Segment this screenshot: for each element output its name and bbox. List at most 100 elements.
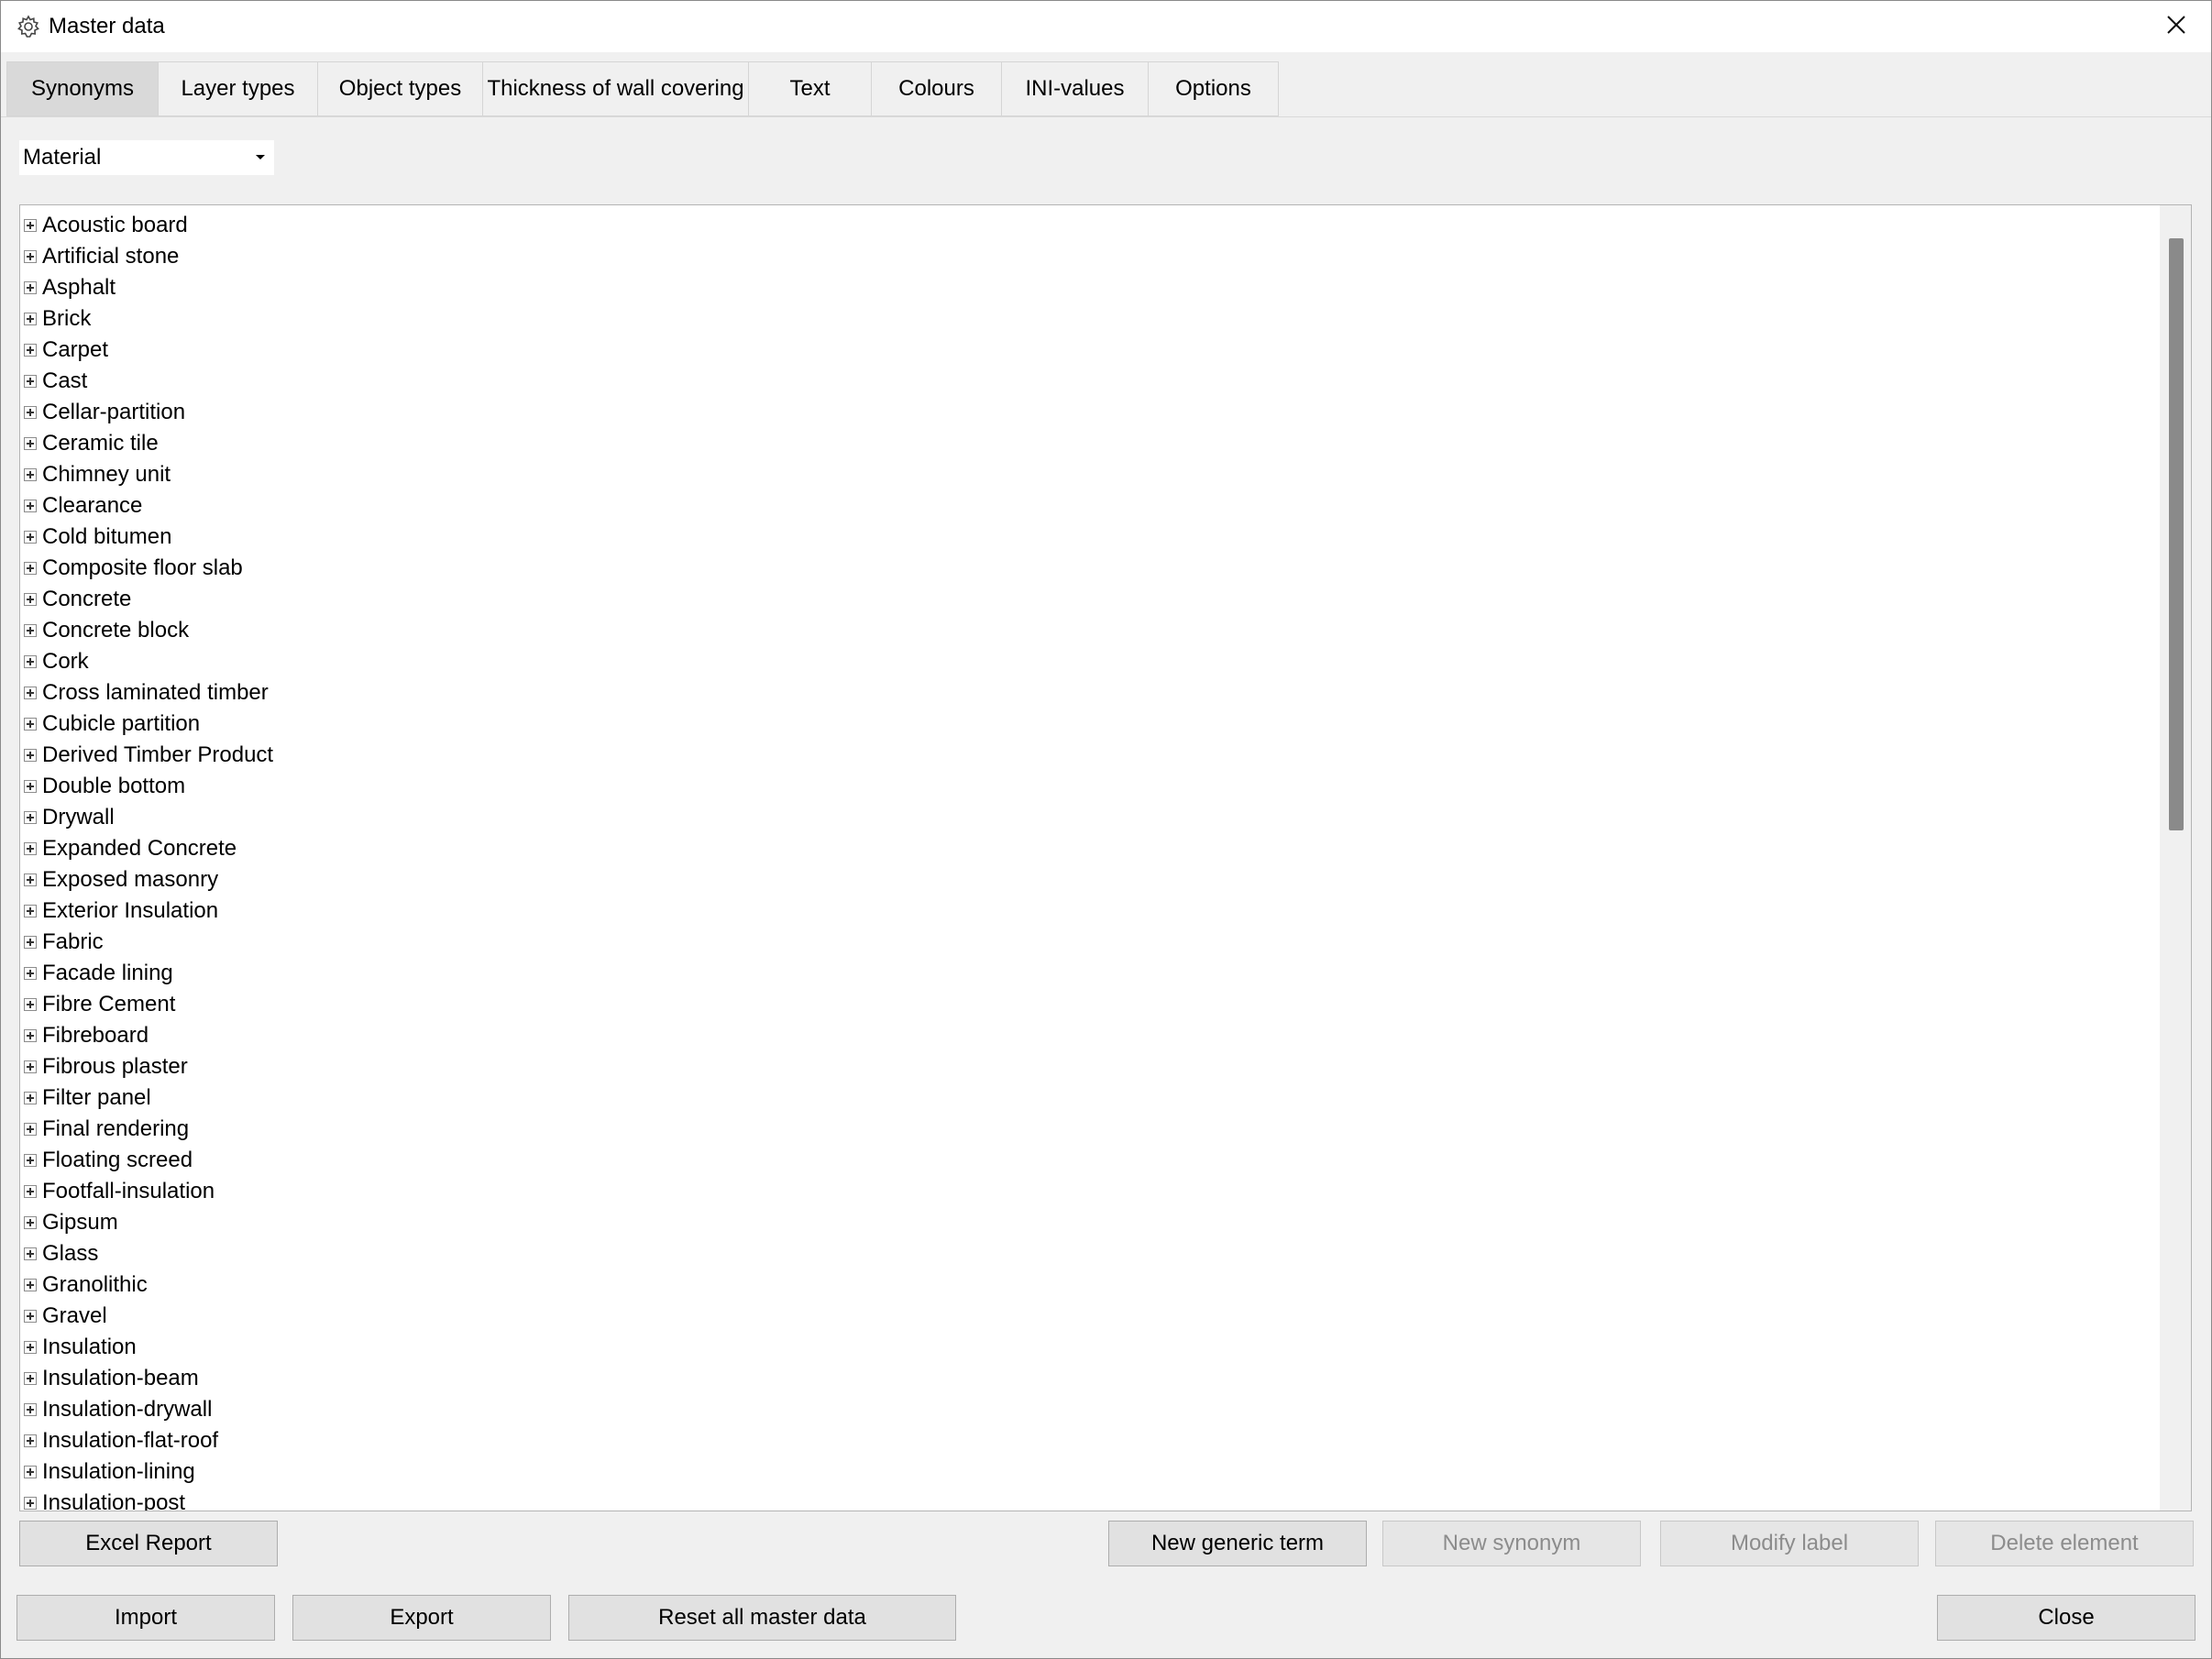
tree-item[interactable]: Exterior Insulation: [20, 895, 2162, 927]
tree-item[interactable]: Brick: [20, 303, 2162, 335]
tab-synonyms[interactable]: Synonyms: [6, 61, 159, 116]
tree-item[interactable]: Composite floor slab: [20, 553, 2162, 584]
tree-item[interactable]: Concrete: [20, 584, 2162, 615]
plus-box-icon[interactable]: [24, 1185, 37, 1198]
plus-box-icon[interactable]: [24, 593, 37, 606]
tree-item[interactable]: Expanded Concrete: [20, 833, 2162, 864]
plus-box-icon[interactable]: [24, 873, 37, 886]
tree-item[interactable]: Acoustic board: [20, 210, 2162, 241]
tab-ini-values[interactable]: INI-values: [1002, 61, 1149, 116]
plus-box-icon[interactable]: [24, 281, 37, 294]
new-synonym-button[interactable]: New synonym: [1382, 1521, 1641, 1566]
plus-box-icon[interactable]: [24, 531, 37, 544]
tab-text[interactable]: Text: [749, 61, 872, 116]
plus-box-icon[interactable]: [24, 998, 37, 1011]
tree-item[interactable]: Derived Timber Product: [20, 740, 2162, 771]
reset-all-master-data-button[interactable]: Reset all master data: [568, 1595, 956, 1641]
plus-box-icon[interactable]: [24, 437, 37, 450]
tree-item[interactable]: Artificial stone: [20, 241, 2162, 272]
plus-box-icon[interactable]: [24, 1092, 37, 1104]
plus-box-icon[interactable]: [24, 1247, 37, 1260]
import-button[interactable]: Import: [17, 1595, 275, 1641]
tree-scrollbar[interactable]: [2160, 205, 2191, 1511]
export-button[interactable]: Export: [292, 1595, 551, 1641]
synonym-tree[interactable]: Acoustic board Artificial stone Asphalt Bri…: [19, 204, 2192, 1511]
plus-box-icon[interactable]: [24, 1310, 37, 1323]
plus-box-icon[interactable]: [24, 406, 37, 419]
plus-box-icon[interactable]: [24, 1497, 37, 1510]
excel-report-button[interactable]: Excel Report: [19, 1521, 278, 1566]
tab-object-types[interactable]: Object types: [318, 61, 483, 116]
tree-item[interactable]: Cellar-partition: [20, 397, 2162, 428]
tab-colours[interactable]: Colours: [872, 61, 1002, 116]
tree-item[interactable]: Fibre Cement: [20, 989, 2162, 1020]
tree-item[interactable]: Cubicle partition: [20, 709, 2162, 740]
plus-box-icon[interactable]: [24, 718, 37, 731]
plus-box-icon[interactable]: [24, 780, 37, 793]
tab-layer-types[interactable]: Layer types: [159, 61, 318, 116]
plus-box-icon[interactable]: [24, 1060, 37, 1073]
tree-item[interactable]: Cold bitumen: [20, 522, 2162, 553]
close-window-button[interactable]: [2156, 8, 2196, 45]
tree-item[interactable]: Chimney unit: [20, 459, 2162, 490]
plus-box-icon[interactable]: [24, 936, 37, 949]
tree-item[interactable]: Insulation-drywall: [20, 1394, 2162, 1425]
tree-item[interactable]: Filter panel: [20, 1082, 2162, 1114]
plus-box-icon[interactable]: [24, 1341, 37, 1354]
tree-item[interactable]: Insulation-flat-roof: [20, 1425, 2162, 1456]
plus-box-icon[interactable]: [24, 749, 37, 762]
plus-box-icon[interactable]: [24, 1216, 37, 1229]
tree-item[interactable]: Glass: [20, 1238, 2162, 1269]
delete-element-button[interactable]: Delete element: [1935, 1521, 2194, 1566]
plus-box-icon[interactable]: [24, 1466, 37, 1478]
plus-box-icon[interactable]: [24, 687, 37, 699]
tab-options[interactable]: Options: [1149, 61, 1279, 116]
tree-item[interactable]: Insulation: [20, 1332, 2162, 1363]
plus-box-icon[interactable]: [24, 500, 37, 512]
tree-item[interactable]: Gravel: [20, 1301, 2162, 1332]
tree-item[interactable]: Insulation-post: [20, 1488, 2162, 1511]
plus-box-icon[interactable]: [24, 1154, 37, 1167]
tree-item[interactable]: Final rendering: [20, 1114, 2162, 1145]
plus-box-icon[interactable]: [24, 624, 37, 637]
plus-box-icon[interactable]: [24, 250, 37, 263]
new-generic-term-button[interactable]: New generic term: [1108, 1521, 1367, 1566]
plus-box-icon[interactable]: [24, 313, 37, 325]
tree-item[interactable]: Ceramic tile: [20, 428, 2162, 459]
plus-box-icon[interactable]: [24, 468, 37, 481]
modify-label-button[interactable]: Modify label: [1660, 1521, 1919, 1566]
tree-item[interactable]: Footfall-insulation: [20, 1176, 2162, 1207]
tree-item[interactable]: Granolithic: [20, 1269, 2162, 1301]
plus-box-icon[interactable]: [24, 905, 37, 917]
plus-box-icon[interactable]: [24, 655, 37, 668]
tab-thickness-of-wall-covering[interactable]: Thickness of wall covering: [483, 61, 749, 116]
close-button[interactable]: Close: [1937, 1595, 2195, 1641]
plus-box-icon[interactable]: [24, 344, 37, 357]
plus-box-icon[interactable]: [24, 375, 37, 388]
tree-item[interactable]: Drywall: [20, 802, 2162, 833]
plus-box-icon[interactable]: [24, 219, 37, 232]
tree-item[interactable]: Concrete block: [20, 615, 2162, 646]
tree-item[interactable]: Cork: [20, 646, 2162, 677]
category-select[interactable]: Material: [19, 140, 274, 175]
plus-box-icon[interactable]: [24, 1279, 37, 1291]
plus-box-icon[interactable]: [24, 811, 37, 824]
tree-item[interactable]: Floating screed: [20, 1145, 2162, 1176]
tree-item[interactable]: Insulation-lining: [20, 1456, 2162, 1488]
tree-item[interactable]: Cross laminated timber: [20, 677, 2162, 709]
tree-item[interactable]: Cast: [20, 366, 2162, 397]
tree-item[interactable]: Gipsum: [20, 1207, 2162, 1238]
plus-box-icon[interactable]: [24, 1434, 37, 1447]
tree-item[interactable]: Insulation-beam: [20, 1363, 2162, 1394]
tree-item[interactable]: Clearance: [20, 490, 2162, 522]
tree-item[interactable]: Asphalt: [20, 272, 2162, 303]
plus-box-icon[interactable]: [24, 842, 37, 855]
plus-box-icon[interactable]: [24, 1372, 37, 1385]
plus-box-icon[interactable]: [24, 1029, 37, 1042]
tree-item[interactable]: Fibrous plaster: [20, 1051, 2162, 1082]
tree-item[interactable]: Facade lining: [20, 958, 2162, 989]
scrollbar-thumb[interactable]: [2169, 238, 2184, 830]
plus-box-icon[interactable]: [24, 967, 37, 980]
tree-item[interactable]: Fabric: [20, 927, 2162, 958]
tree-item[interactable]: Double bottom: [20, 771, 2162, 802]
